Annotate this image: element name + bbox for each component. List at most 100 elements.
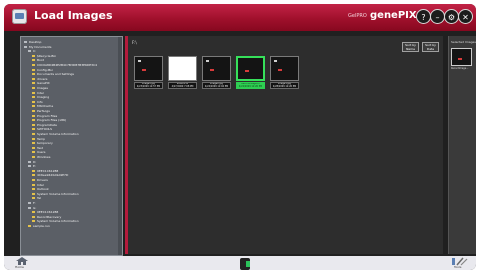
tree-item[interactable]: System Volume Information [32, 132, 79, 136]
tree-item[interactable]: Program Files (x86) [32, 118, 66, 122]
folder-icon [32, 73, 35, 76]
folder-icon [32, 105, 35, 108]
thumb-detail [138, 60, 141, 62]
tree-item[interactable]: System Volume Information [32, 219, 79, 223]
image-browser: F:\ Sort by Name Sort by Date image1.jpg… [128, 36, 443, 254]
close-button[interactable]: ✕ [458, 9, 473, 24]
tree-item[interactable]: Desktop [24, 40, 41, 44]
tree-item-label: My Documents [29, 44, 52, 49]
tree-item[interactable]: PerfLogs [32, 109, 50, 113]
tree-item[interactable]: Imaging [32, 95, 49, 99]
thumb-band [458, 58, 462, 60]
tree-item[interactable]: MSOCache [32, 104, 53, 108]
current-path: F:\ [132, 40, 137, 45]
tree-item[interactable]: 0EEC1C61288 [32, 210, 58, 214]
folder-icon [32, 146, 35, 149]
title-bar: Load Images GelPRO genePIX ? – ⚙ ✕ [4, 4, 476, 31]
image-thumbnail[interactable] [134, 56, 163, 81]
folder-tree[interactable]: Desktop My Documents C: $Recycle.Bin Boot C0C… [20, 36, 123, 256]
caption-date: 4/28/2009 12:26 PM [272, 84, 297, 88]
tree-item[interactable]: Windows [32, 155, 50, 159]
tree-item[interactable]: Outlook [32, 187, 49, 191]
brand-gelpro: GelPRO [348, 13, 367, 19]
tree-item[interactable]: G: [28, 206, 36, 210]
folder-icon [32, 179, 35, 181]
tree-item[interactable]: Intel [32, 91, 44, 95]
selected-image-caption: RecordImage... [451, 67, 469, 70]
thumbnail-caption[interactable]: image3.jpg 4/28/2009 12:26 PM [270, 82, 299, 89]
tree-item-label: Intel [37, 182, 44, 187]
tree-item[interactable]: temporary [32, 141, 53, 145]
tree-item-label: Windows [37, 155, 51, 159]
folder-icon [32, 114, 35, 117]
folder-icon [32, 91, 35, 94]
tree-item-label: 0EEC1C61288 [37, 210, 59, 215]
folder-icon [32, 183, 35, 186]
thumbnail-caption[interactable]: image2.jpg 4/24/2009 12:04 PM [202, 82, 231, 89]
tree-item[interactable]: $Recycle.Bin [32, 54, 56, 58]
selected-image-thumbnail[interactable] [451, 48, 472, 66]
folder-icon [28, 50, 31, 53]
tree-item[interactable]: C: [28, 49, 36, 53]
tree-item[interactable]: My Documents [24, 45, 51, 49]
tree-item[interactable]: E: [28, 164, 36, 168]
tree-item-label: Drivers [37, 178, 48, 182]
tree-item[interactable]: Config.Msi [32, 68, 53, 72]
tree-item-label: C0C0A8D4B4E2B4C7B3DB7B3E6DE3C4 [37, 63, 98, 67]
tree-item[interactable]: drivers [32, 77, 47, 81]
caption-date: 4/24/2009 12:26 PM [238, 84, 263, 88]
tree-item[interactable]: System Volume Information [32, 192, 79, 196]
tree-item-label: $Recycle.Bin [37, 53, 57, 58]
tree-item[interactable]: sample.run [28, 224, 50, 228]
tree-item[interactable]: Images [32, 86, 48, 90]
tree-item-label: Boot [37, 58, 44, 63]
tree-item[interactable]: GenePIX [32, 81, 50, 85]
settings-button[interactable]: ⚙ [444, 9, 459, 24]
tree-item-label: GenePIX [37, 81, 50, 86]
tree-item[interactable]: C0C0A8D4B4E2B4C7B3DB7B3E6DE3C4 [32, 63, 97, 67]
tree-item[interactable]: Test [32, 146, 43, 150]
tree-item[interactable]: Boot [32, 58, 44, 62]
folder-icon [32, 174, 35, 177]
folder-icon [32, 64, 35, 66]
tree-item[interactable]: Program Files [32, 114, 57, 118]
caption-date: 4/23/2009 12:57 PM [136, 84, 161, 88]
brand-genepix: genePIX [370, 10, 417, 21]
usb-drive-icon[interactable] [240, 258, 250, 270]
thumbnail-caption[interactable]: image1.jpg 4/23/2009 12:57 PM [134, 82, 163, 89]
tree-item[interactable]: Users [32, 150, 45, 154]
minimize-button[interactable]: – [430, 9, 445, 24]
tree-item[interactable]: ProgramData [32, 123, 57, 127]
thumbnail-caption[interactable]: scan01.tif 4/27/2009 7:08 PM [168, 82, 197, 89]
folder-icon [32, 142, 35, 145]
thumbnail-caption-selected[interactable]: RecordImage.tif 4/24/2009 12:26 PM [236, 82, 265, 89]
folder-icon [32, 110, 35, 112]
help-button[interactable]: ? [416, 9, 431, 24]
tree-item[interactable]: 0EEC1C61288 [32, 169, 58, 173]
image-thumbnail-selected[interactable] [236, 56, 265, 81]
tree-item[interactable]: SWTOOLS [32, 127, 52, 131]
sort-by-name-button[interactable]: Sort by Name [402, 42, 419, 52]
tree-item[interactable]: Temp [32, 137, 45, 141]
tree-item[interactable]: Intel [32, 183, 44, 187]
sort-by-date-button[interactable]: Sort by Date [422, 42, 439, 52]
tree-item[interactable]: Drivers [32, 178, 48, 182]
selected-images-panel: Selected Images RecordImage... [448, 36, 476, 254]
image-thumbnail[interactable] [168, 56, 197, 81]
folder-icon [32, 169, 35, 172]
tree-item[interactable]: D: [28, 160, 36, 164]
tree-item[interactable]: Info [32, 100, 43, 104]
tree-item[interactable]: F: [28, 201, 36, 205]
image-thumbnail[interactable] [270, 56, 299, 81]
tree-item[interactable]: 4C6ee9420A9A9E7D [32, 173, 68, 177]
tree-item-label: drivers [37, 76, 48, 81]
tree-scrollbar[interactable] [118, 37, 122, 255]
image-thumbnail[interactable] [202, 56, 231, 81]
tree-item[interactable]: Documents and Settings [32, 72, 74, 76]
home-icon[interactable] [16, 257, 28, 265]
tree-item[interactable]: Tel [32, 196, 41, 200]
tree-item-label: D: [33, 159, 37, 164]
tree-item[interactable]: RecordRecovery [32, 215, 61, 219]
tree-item-label: Outlook [37, 187, 49, 192]
folder-icon [28, 225, 31, 227]
